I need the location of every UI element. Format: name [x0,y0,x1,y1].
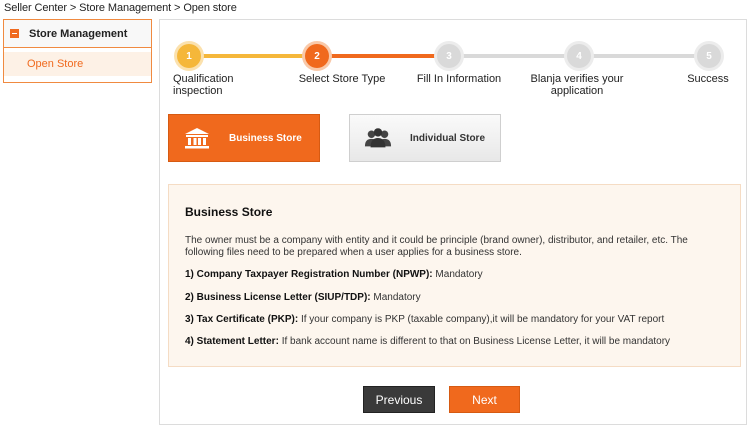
sidebar-item-open-store[interactable]: Open Store [4,52,151,76]
step-connector-3 [448,54,578,58]
step-connector-1 [190,54,316,58]
requirement-2-value: Mandatory [373,292,421,303]
requirement-4-label: 4) Statement Letter: [185,336,279,347]
info-description: The owner must be a company with entity … [185,235,688,258]
step-2-label: Select Store Type [298,73,386,85]
collapse-icon[interactable] [10,29,19,38]
building-icon [183,126,211,150]
step-5-label: Success [687,73,729,85]
store-info-panel: Business Store The owner must be a compa… [168,184,741,367]
sidebar-section-store-management[interactable]: Store Management [4,20,151,48]
requirement-1-value: Mandatory [435,269,483,280]
step-3-label: Fill In Information [416,73,502,85]
step-1-label: Qualification inspection [173,73,234,97]
breadcrumb: Seller Center > Store Management > Open … [4,2,237,14]
sidebar-section-label: Store Management [29,27,128,40]
step-1-circle: 1 [177,44,201,68]
individual-store-button[interactable]: Individual Store [349,114,501,162]
requirement-3-value: If your company is PKP (taxable company)… [300,314,665,325]
requirement-1: 1) Company Taxpayer Registration Number … [185,269,483,280]
info-title: Business Store [185,205,273,219]
requirement-3: 3) Tax Certificate (PKP): If your compan… [185,314,664,325]
business-store-label: Business Store [229,132,302,144]
sidebar: Store Management Open Store [3,19,152,83]
step-4-label: Blanja verifies your application [530,73,624,97]
step-3-circle: 3 [437,44,461,68]
requirement-2: 2) Business License Letter (SIUP/TDP): M… [185,292,421,303]
step-5-circle: 5 [697,44,721,68]
requirement-4-value: If bank account name is different to tha… [281,336,671,347]
next-button[interactable]: Next [449,386,520,413]
progress-steps: 1 2 3 4 5 Qualification inspection Selec… [160,20,748,100]
step-connector-4 [578,54,708,58]
requirement-1-label: 1) Company Taxpayer Registration Number … [185,269,433,280]
users-icon [364,126,392,150]
requirement-2-label: 2) Business License Letter (SIUP/TDP): [185,292,371,303]
business-store-button[interactable]: Business Store [168,114,320,162]
step-connector-2 [316,54,448,58]
previous-button[interactable]: Previous [363,386,435,413]
step-4-circle: 4 [567,44,591,68]
individual-store-label: Individual Store [410,132,486,144]
requirement-4: 4) Statement Letter: If bank account nam… [185,336,670,347]
requirement-3-label: 3) Tax Certificate (PKP): [185,314,299,325]
main-panel: 1 2 3 4 5 Qualification inspection Selec… [159,19,747,425]
step-2-circle: 2 [305,44,329,68]
